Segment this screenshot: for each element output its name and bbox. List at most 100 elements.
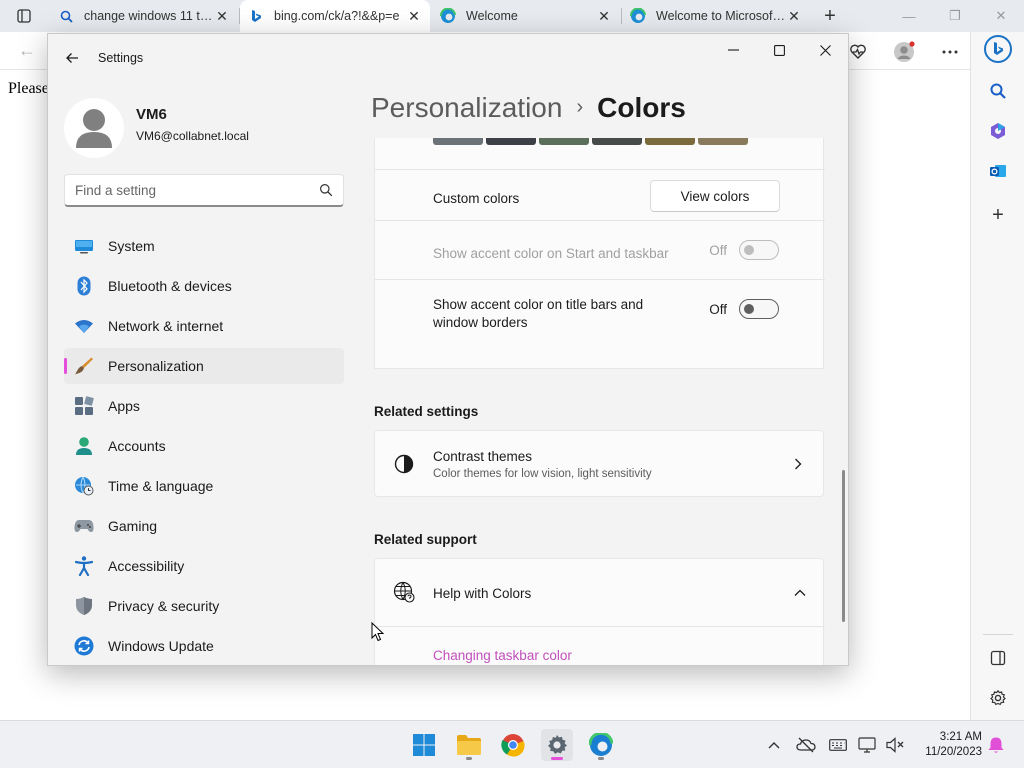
outlook-icon[interactable] — [984, 157, 1012, 185]
toggle-knob — [744, 304, 754, 314]
colors-content: Custom colors View colors Show accent co… — [374, 138, 826, 665]
row-divider — [375, 279, 825, 280]
chevron-up-icon[interactable] — [764, 735, 784, 755]
notification-bell-icon[interactable] — [986, 735, 1006, 755]
back-arrow-icon[interactable]: ← — [18, 40, 36, 61]
row-divider — [375, 220, 825, 221]
color-swatch[interactable] — [539, 138, 589, 145]
browser-tab-welcome[interactable]: Welcome ✕ — [432, 0, 620, 32]
nav-item-windows-update[interactable]: Windows Update — [64, 628, 344, 664]
breadcrumb-personalization[interactable]: Personalization — [371, 92, 562, 123]
avatar — [64, 98, 124, 158]
label-line: Show accent color on title bars and — [433, 297, 644, 312]
more-options-icon[interactable] — [938, 40, 962, 64]
apps-icon — [74, 396, 94, 416]
running-indicator — [466, 757, 472, 760]
nav-item-privacy-security[interactable]: Privacy & security — [64, 588, 344, 624]
content-scrollbar[interactable] — [842, 470, 845, 622]
color-swatch[interactable] — [592, 138, 642, 145]
accent-start-taskbar-toggle[interactable] — [739, 240, 779, 260]
nav-item-gaming[interactable]: Gaming — [64, 508, 344, 544]
accent-color-card: Custom colors View colors Show accent co… — [374, 138, 825, 369]
back-arrow-icon[interactable] — [60, 46, 84, 70]
settings-title-bar: Settings — [48, 34, 848, 82]
maximize-button[interactable] — [756, 34, 802, 66]
browser-restore-button[interactable]: ❐ — [932, 0, 978, 32]
tab-title: change windows 11 taskbar color — [84, 9, 214, 23]
accessibility-icon — [74, 556, 94, 576]
search-icon — [319, 183, 333, 197]
user-name: VM6 — [136, 106, 167, 123]
copilot-bing-icon[interactable] — [984, 35, 1012, 63]
window-title: Settings — [98, 51, 144, 65]
chrome-button[interactable] — [497, 729, 529, 761]
keyboard-icon[interactable] — [828, 735, 848, 755]
breadcrumb-colors: Colors — [597, 92, 686, 123]
search-input[interactable] — [65, 175, 305, 206]
page-title: Personalization › Colors — [371, 92, 686, 124]
paintbrush-icon — [74, 356, 94, 376]
edge-icon — [440, 8, 456, 24]
nav-item-network[interactable]: Network & internet — [64, 308, 344, 344]
close-tab-icon[interactable]: ✕ — [596, 8, 612, 25]
nav-item-personalization[interactable]: Personalization — [64, 348, 344, 384]
hide-sidebar-icon[interactable] — [984, 644, 1012, 672]
add-sidebar-app-icon[interactable]: + — [984, 201, 1012, 229]
nav-item-accessibility[interactable]: Accessibility — [64, 548, 344, 584]
globe-clock-icon — [74, 476, 94, 496]
contrast-themes-title: Contrast themes — [433, 449, 533, 464]
chevron-up-icon[interactable] — [793, 586, 807, 600]
windows-taskbar: 3:21 AM 11/20/2023 — [0, 720, 1024, 768]
browser-minimize-button[interactable]: — — [886, 0, 932, 32]
close-button[interactable] — [802, 34, 848, 66]
nav-item-bluetooth[interactable]: Bluetooth & devices — [64, 268, 344, 304]
accent-title-bars-toggle-group: Off — [709, 299, 779, 319]
display-network-icon[interactable] — [858, 735, 878, 755]
shield-icon — [74, 596, 94, 616]
browser-close-button[interactable]: ✕ — [978, 0, 1024, 32]
nav-item-system[interactable]: System — [64, 228, 344, 264]
nav-item-accounts[interactable]: Accounts — [64, 428, 344, 464]
browser-tab-search[interactable]: change windows 11 taskbar color ✕ — [50, 0, 238, 32]
minimize-button[interactable] — [710, 34, 756, 66]
view-colors-button[interactable]: View colors — [650, 180, 780, 212]
custom-colors-label: Custom colors — [433, 191, 520, 206]
help-with-colors-card: Help with Colors Changing taskbar color — [374, 558, 825, 665]
close-tab-icon[interactable]: ✕ — [406, 8, 422, 25]
contrast-themes-card[interactable]: Contrast themes Color themes for low vis… — [374, 430, 824, 497]
system-clock[interactable]: 3:21 AM 11/20/2023 — [925, 730, 982, 760]
browser-tab-bing[interactable]: bing.com/ck/a?!&&p=e ✕ — [240, 0, 430, 32]
color-swatch[interactable] — [486, 138, 536, 145]
color-swatch[interactable] — [698, 138, 748, 145]
volume-muted-icon[interactable] — [886, 735, 906, 755]
related-settings-heading: Related settings — [374, 404, 479, 419]
search-icon[interactable] — [984, 77, 1012, 105]
edge-button[interactable] — [585, 729, 617, 761]
accent-title-bars-label: Show accent color on title bars and wind… — [433, 296, 643, 332]
browser-tab-welcome-edge[interactable]: Welcome to Microsoft Edge ✕ — [622, 0, 810, 32]
edge-icon — [630, 8, 646, 24]
close-tab-icon[interactable]: ✕ — [786, 8, 802, 25]
settings-app-button[interactable] — [541, 729, 573, 761]
help-with-colors-header[interactable]: Help with Colors — [375, 559, 825, 626]
user-profile[interactable]: VM6 VM6@collabnet.local — [64, 98, 354, 158]
close-tab-icon[interactable]: ✕ — [214, 8, 230, 25]
start-button[interactable] — [408, 729, 440, 761]
tab-actions-icon[interactable] — [8, 4, 40, 28]
sidebar-settings-gear-icon[interactable] — [984, 684, 1012, 712]
find-setting-search[interactable] — [64, 174, 344, 207]
changing-taskbar-color-link[interactable]: Changing taskbar color — [433, 648, 572, 663]
profile-avatar-icon[interactable] — [892, 40, 916, 64]
accent-title-bars-toggle[interactable] — [739, 299, 779, 319]
file-explorer-button[interactable] — [453, 729, 485, 761]
browser-essentials-icon[interactable] — [846, 40, 870, 64]
active-indicator — [551, 757, 563, 760]
color-swatch[interactable] — [433, 138, 483, 145]
new-tab-button[interactable]: + — [818, 4, 842, 28]
color-swatch[interactable] — [645, 138, 695, 145]
settings-nav: System Bluetooth & devices Network & int… — [64, 228, 344, 665]
onedrive-icon[interactable] — [796, 735, 816, 755]
nav-item-apps[interactable]: Apps — [64, 388, 344, 424]
nav-item-time-language[interactable]: Time & language — [64, 468, 344, 504]
microsoft-365-icon[interactable] — [984, 117, 1012, 145]
